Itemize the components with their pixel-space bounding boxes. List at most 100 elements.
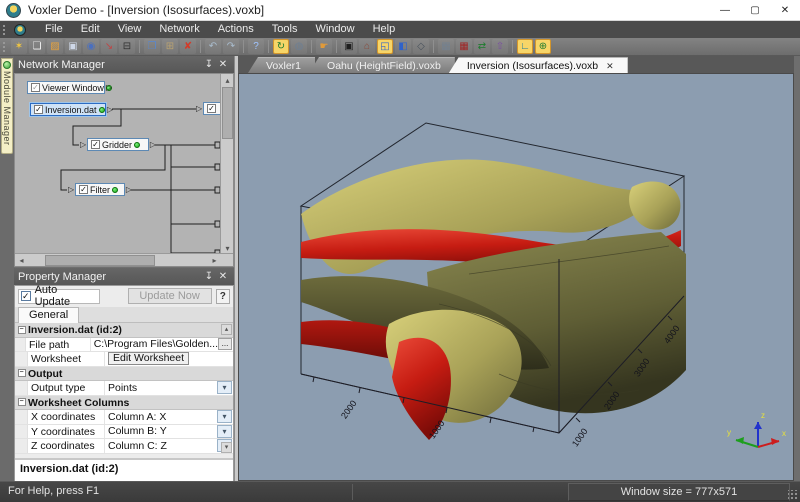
network-canvas[interactable]: ✓ Viewer Window ▷ ✓ Inversion.dat ▷ ▷ ✓ … (14, 73, 234, 267)
node-checkbox[interactable]: ✓ (31, 83, 40, 92)
tab-inversion-isosurfaces-voxb[interactable]: Inversion (Isosurfaces).voxb✕ (449, 57, 628, 73)
update-now-button[interactable]: Update Now (128, 288, 212, 304)
view-xy-icon[interactable]: ◱ (377, 39, 393, 54)
menu-file[interactable]: File (36, 21, 72, 38)
pause-updates-icon[interactable]: ◍ (291, 39, 307, 54)
axes-icon[interactable]: ∟ (517, 39, 533, 54)
viewport-3d[interactable]: 2000 1000 1000 2000 3000 4000 z (238, 73, 794, 481)
node-viewer-window[interactable]: ✓ Viewer Window ▷ (27, 81, 105, 94)
menu-view[interactable]: View (109, 21, 151, 38)
network-manager-header[interactable]: Network Manager ↧ ✕ (14, 56, 234, 73)
scroll-right-icon[interactable]: ▸ (208, 254, 221, 267)
property-group-inversion-dat-id-2[interactable]: −Inversion.dat (id:2) (15, 323, 233, 338)
dropdown-arrow-icon[interactable]: ▾ (217, 425, 232, 438)
node-checkbox[interactable]: ✓ (79, 185, 88, 194)
combine-grids-icon[interactable]: ▦ (438, 39, 454, 54)
open-icon[interactable]: ▨ (47, 39, 63, 54)
node-inversion-dat[interactable]: ✓ Inversion.dat ▷ (30, 103, 106, 116)
pan-icon[interactable]: ☛ (316, 39, 332, 54)
property-help-button[interactable]: ? (216, 289, 230, 304)
network-hscrollbar[interactable]: ◂ ▸ (15, 253, 234, 266)
grid-scroll-up-icon[interactable]: ▴ (221, 324, 232, 335)
menu-window[interactable]: Window (306, 21, 363, 38)
input-port-icon[interactable]: ▷ (68, 186, 74, 194)
paste-icon[interactable]: ⊞ (162, 39, 178, 54)
property-group-worksheet-columns[interactable]: −Worksheet Columns (15, 396, 233, 411)
menu-help[interactable]: Help (364, 21, 405, 38)
menu-actions[interactable]: Actions (209, 21, 263, 38)
property-value[interactable]: Column B: Y▾ (105, 425, 233, 439)
undo-icon[interactable]: ↶ (205, 39, 221, 54)
property-value[interactable]: C:\Program Files\Golden...... (91, 338, 233, 352)
output-port-icon[interactable]: ▷ (107, 106, 113, 114)
input-port-icon[interactable]: ▷ (80, 141, 86, 149)
new-network-icon[interactable]: ✶ (11, 39, 27, 54)
tab-voxler1[interactable]: Voxler1 (248, 57, 315, 73)
node-checkbox[interactable]: ✓ (91, 140, 100, 149)
menu-grip[interactable] (2, 24, 7, 36)
add-module-icon[interactable]: ⊕ (535, 39, 551, 54)
export-icon[interactable]: ↘ (101, 39, 117, 54)
copy-icon[interactable]: ❐ (144, 39, 160, 54)
tab-close-icon[interactable]: ✕ (606, 58, 614, 74)
print-icon[interactable]: ⊟ (119, 39, 135, 54)
hscroll-thumb[interactable] (45, 255, 155, 266)
property-group-output[interactable]: −Output (15, 367, 233, 382)
output-port-icon[interactable]: ▷ (150, 141, 156, 149)
menu-edit[interactable]: Edit (72, 21, 109, 38)
collapse-toggle[interactable]: − (15, 396, 28, 410)
title-bar[interactable]: Voxler Demo - [Inversion (Isosurfaces).v… (0, 0, 800, 21)
node-filter[interactable]: ▷ ✓ Filter ▷ (75, 183, 125, 196)
output-port-icon[interactable]: ▷ (106, 84, 112, 92)
tab-oahu-heightfield-voxb[interactable]: Oahu (HeightField).voxb (309, 57, 455, 73)
browse-button[interactable]: ... (218, 338, 232, 350)
wireframe-icon[interactable]: ◇ (413, 39, 429, 54)
module-manager-tab[interactable]: Module Manager (1, 58, 13, 154)
delete-icon[interactable]: ✘ (180, 39, 196, 54)
view-3d-icon[interactable]: ◧ (395, 39, 411, 54)
collapse-toggle[interactable]: − (15, 367, 28, 381)
recalculate-icon[interactable]: ⇄ (474, 39, 490, 54)
grid-scroll-down-icon[interactable]: ▾ (221, 442, 232, 453)
toolbar-grip[interactable] (2, 41, 7, 53)
menu-network[interactable]: Network (150, 21, 208, 38)
node-checkbox[interactable]: ✓ (34, 105, 43, 114)
import-icon[interactable]: ◉ (83, 39, 99, 54)
dropdown-arrow-icon[interactable]: ▾ (217, 410, 232, 423)
output-port-icon[interactable]: ▷ (126, 186, 132, 194)
input-port-icon[interactable]: ▷ (196, 105, 202, 113)
property-value[interactable]: Column C: Z▾ (105, 439, 233, 453)
auto-update-checkbox[interactable]: ✓ Auto Update (18, 289, 100, 304)
property-value[interactable]: Edit Worksheet (105, 352, 233, 366)
close-icon[interactable]: ✕ (216, 271, 230, 282)
edit-worksheet-button[interactable]: Edit Worksheet (108, 352, 189, 365)
promote-icon[interactable]: ⇧ (492, 39, 508, 54)
new-window-icon[interactable]: ❏ (29, 39, 45, 54)
resize-grip[interactable] (788, 490, 798, 500)
property-manager-header[interactable]: Property Manager ↧ ✕ (14, 268, 234, 285)
property-value[interactable]: Column A: X▾ (105, 410, 233, 424)
home-view-icon[interactable]: ⌂ (359, 39, 375, 54)
pin-icon[interactable]: ↧ (202, 271, 216, 282)
node-checkbox[interactable]: ✓ (207, 104, 216, 113)
property-value[interactable]: Points▾ (105, 381, 233, 395)
zoom-extents-icon[interactable]: ▣ (341, 39, 357, 54)
pin-icon[interactable]: ↧ (202, 59, 216, 70)
save-icon[interactable]: ▣ (65, 39, 81, 54)
node-gridder[interactable]: ▷ ✓ Gridder ▷ (87, 138, 149, 151)
close-icon[interactable]: ✕ (216, 59, 230, 70)
close-button[interactable]: ✕ (770, 0, 800, 21)
update-network-icon[interactable]: ↻ (273, 39, 289, 54)
module-library-icon[interactable]: ▦ (456, 39, 472, 54)
scroll-left-icon[interactable]: ◂ (15, 254, 28, 267)
maximize-button[interactable]: ▢ (740, 0, 770, 21)
network-vscrollbar[interactable]: ▴ ▾ (220, 74, 233, 255)
dropdown-arrow-icon[interactable]: ▾ (217, 381, 232, 394)
tab-general[interactable]: General (18, 307, 79, 323)
minimize-button[interactable]: — (710, 0, 740, 21)
collapse-toggle[interactable]: − (15, 323, 28, 337)
redo-icon[interactable]: ↷ (223, 39, 239, 54)
vscroll-thumb[interactable] (222, 87, 233, 139)
scroll-up-icon[interactable]: ▴ (221, 74, 234, 87)
whats-this-help-icon[interactable]: ? (248, 39, 264, 54)
